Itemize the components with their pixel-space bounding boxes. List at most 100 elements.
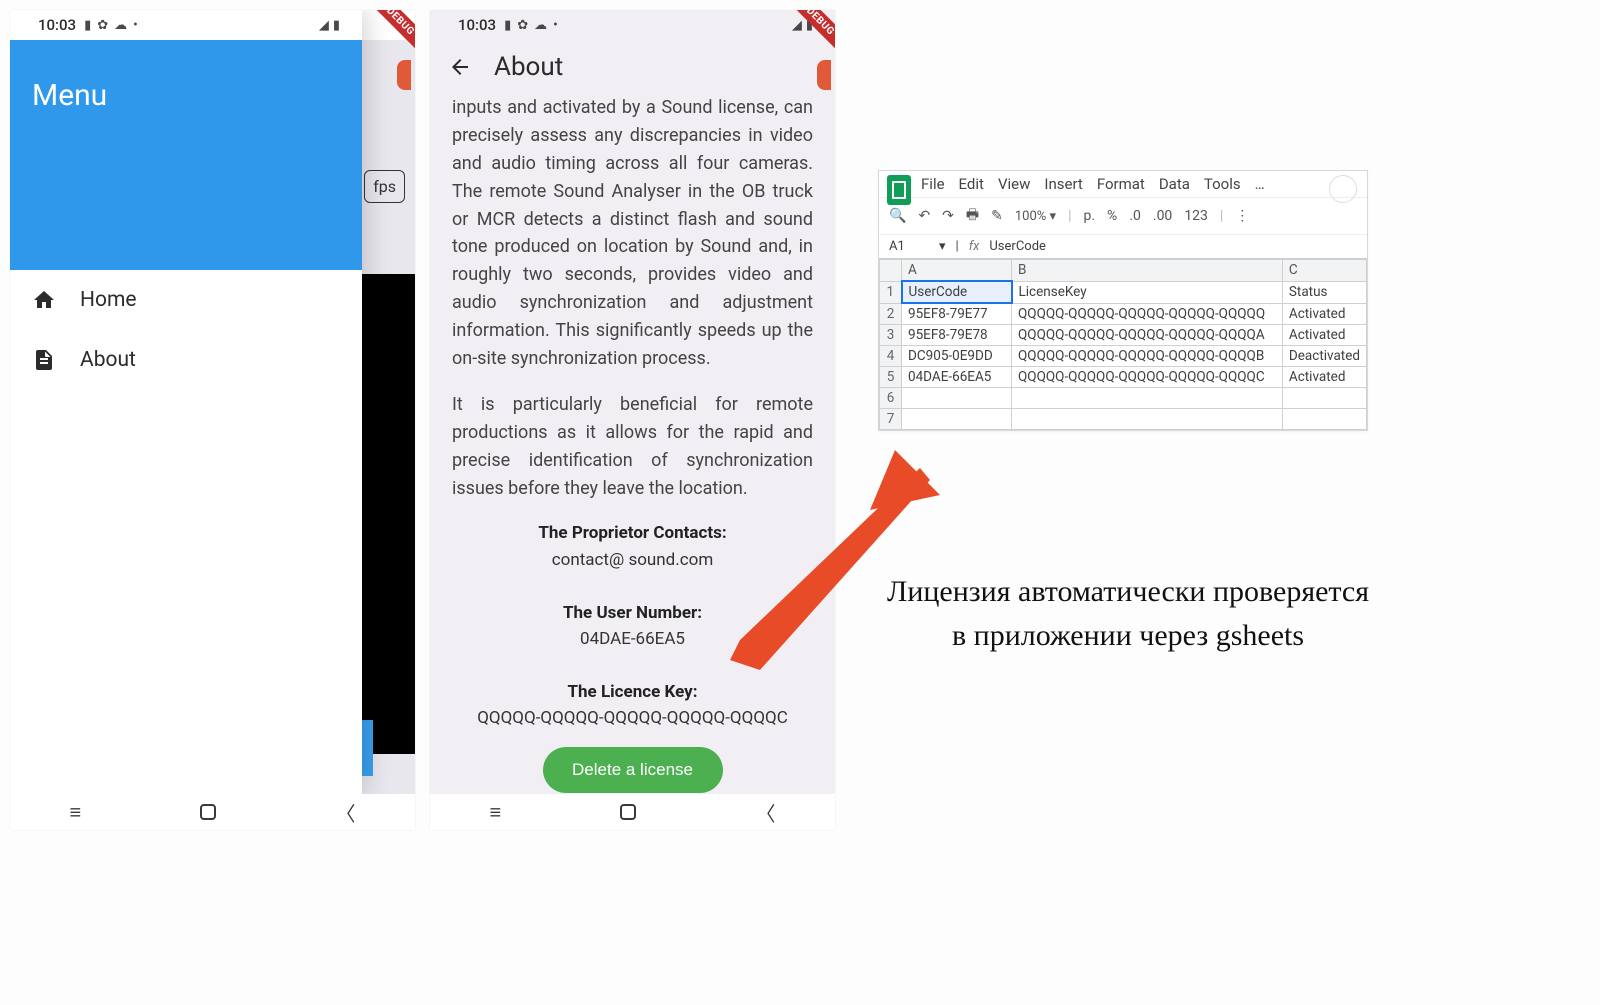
cell[interactable] [902, 409, 1012, 430]
redo-icon[interactable]: ↷ [942, 208, 954, 224]
dot-icon: • [133, 18, 138, 33]
account-avatar-icon[interactable] [1329, 175, 1357, 203]
menu-more[interactable]: … [1255, 175, 1265, 193]
col-header-C[interactable]: C [1282, 260, 1366, 282]
dot-icon: • [553, 18, 558, 33]
drawer-item-label: About [80, 348, 136, 372]
usernum-value: 04DAE-66EA5 [580, 629, 685, 649]
camera-icon: ▮ [84, 18, 91, 33]
nav-drawer: 10:03 ▮ ✿ ☁ • ◢ ▮ Menu Home About [10, 10, 362, 794]
appbar-title: About [494, 52, 563, 82]
usernum-label: The User Number: [563, 603, 702, 623]
fps-chip[interactable]: fps [364, 170, 405, 203]
cell[interactable]: 95EF8-79E77 [902, 303, 1012, 325]
cell[interactable]: DC905-0E9DD [902, 346, 1012, 367]
about-details: The Proprietor Contacts: contact@ sound.… [452, 520, 813, 731]
ribbon-tail-icon [817, 60, 831, 90]
menu-tools[interactable]: Tools [1204, 175, 1241, 193]
fx-icon: fx [969, 239, 980, 254]
row-header[interactable]: 7 [880, 409, 902, 430]
menu-edit[interactable]: Edit [959, 175, 984, 193]
about-paragraph-1: inputs and activated by a Sound license,… [452, 94, 813, 373]
menu-view[interactable]: View [998, 175, 1030, 193]
status-icons-left: ▮ ✿ ☁ • [84, 18, 138, 33]
col-header-B[interactable]: B [1012, 260, 1283, 282]
cell[interactable]: QQQQQ-QQQQQ-QQQQQ-QQQQQ-QQQQB [1012, 346, 1283, 367]
cell[interactable]: Status [1282, 281, 1366, 303]
cell[interactable]: 95EF8-79E78 [902, 325, 1012, 346]
about-icon [32, 348, 56, 372]
undo-icon[interactable]: ↶ [918, 208, 930, 224]
cell[interactable]: QQQQQ-QQQQQ-QQQQQ-QQQQQ-QQQQA [1012, 325, 1283, 346]
menu-data[interactable]: Data [1159, 175, 1190, 193]
status-time: 10:03 [38, 16, 76, 34]
zoom-selector[interactable]: 100% ▾ [1015, 209, 1056, 224]
col-header-A[interactable]: A [902, 260, 1012, 282]
status-icons-left: ▮ ✿ ☁ • [504, 18, 558, 33]
cell[interactable] [1012, 388, 1283, 409]
row-header[interactable]: 2 [880, 303, 902, 325]
more-dots-icon[interactable]: ⋮ [1235, 208, 1249, 224]
cell[interactable]: QQQQQ-QQQQQ-QQQQQ-QQQQQ-QQQQQ [1012, 303, 1283, 325]
row-header[interactable]: 4 [880, 346, 902, 367]
delete-license-button[interactable]: Delete a license [543, 747, 723, 793]
home-icon [32, 288, 56, 312]
about-body: inputs and activated by a Sound license,… [430, 94, 835, 807]
home-button[interactable] [620, 804, 636, 820]
signal-icon: ◢ [792, 18, 802, 33]
cell[interactable] [1012, 409, 1283, 430]
ribbon-tail-icon [397, 60, 411, 90]
signal-icon: ◢ [319, 18, 329, 33]
currency-btn[interactable]: p. [1083, 208, 1095, 224]
search-icon[interactable]: 🔍 [889, 208, 906, 224]
drawer-item-label: Home [80, 288, 137, 312]
cell[interactable] [1282, 409, 1366, 430]
cell[interactable]: UserCode [902, 281, 1012, 303]
cell[interactable]: LicenseKey [1012, 281, 1283, 303]
gear-icon: ✿ [517, 18, 528, 33]
cell[interactable]: Deactivated [1282, 346, 1366, 367]
cell[interactable] [902, 388, 1012, 409]
recents-button[interactable]: ≡ [490, 800, 502, 825]
cell[interactable] [1282, 388, 1366, 409]
status-icons-right: ◢ ▮ [319, 18, 340, 33]
dec-more-btn[interactable]: .00 [1153, 208, 1172, 224]
back-button[interactable]: 〈 [335, 798, 355, 827]
menu-file[interactable]: File [921, 175, 945, 193]
cell[interactable]: QQQQQ-QQQQQ-QQQQQ-QQQQQ-QQQQC [1012, 367, 1283, 388]
home-button[interactable] [200, 804, 216, 820]
row-header[interactable]: 5 [880, 367, 902, 388]
percent-btn[interactable]: % [1107, 208, 1117, 224]
licence-value: QQQQQ-QQQQQ-QQQQQ-QQQQQ-QQQQC [477, 708, 788, 728]
paint-icon[interactable]: ✎ [991, 208, 1003, 224]
back-button[interactable]: 〈 [755, 798, 775, 827]
phone-about: 10:03 ▮ ✿ ☁ • ◢ ▮ DEBUG About inputs and… [430, 10, 835, 830]
active-cell-name[interactable]: A1 [889, 239, 929, 254]
cell[interactable]: Activated [1282, 367, 1366, 388]
camera-icon: ▮ [504, 18, 511, 33]
cell[interactable]: 04DAE-66EA5 [902, 367, 1012, 388]
cell[interactable]: Activated [1282, 325, 1366, 346]
status-bar: 10:03 ▮ ✿ ☁ • ◢ ▮ [10, 10, 362, 40]
row-header[interactable]: 6 [880, 388, 902, 409]
appbar: About [430, 40, 835, 94]
dec-less-btn[interactable]: .0 [1129, 208, 1141, 224]
drawer-item-home[interactable]: Home [10, 270, 362, 330]
drawer-item-about[interactable]: About [10, 330, 362, 390]
recents-button[interactable]: ≡ [70, 800, 82, 825]
row-header[interactable]: 1 [880, 281, 902, 303]
cell[interactable]: Activated [1282, 303, 1366, 325]
android-nav-bar: ≡ 〈 [430, 794, 835, 830]
menu-insert[interactable]: Insert [1044, 175, 1082, 193]
row-header[interactable]: 3 [880, 325, 902, 346]
cloud-icon: ☁ [534, 18, 547, 33]
print-icon[interactable]: 🖶 [966, 204, 979, 228]
sheets-grid[interactable]: A B C 1 UserCode LicenseKey Status 295EF… [879, 258, 1367, 430]
chevron-down-icon[interactable]: ▾ [939, 239, 946, 254]
corner-cell[interactable] [880, 260, 902, 282]
formula-bar[interactable]: UserCode [989, 239, 1046, 254]
menu-format[interactable]: Format [1097, 175, 1145, 193]
format-123-btn[interactable]: 123 [1184, 208, 1208, 224]
contacts-value: contact@ sound.com [552, 550, 714, 570]
back-arrow-icon[interactable] [448, 55, 472, 79]
